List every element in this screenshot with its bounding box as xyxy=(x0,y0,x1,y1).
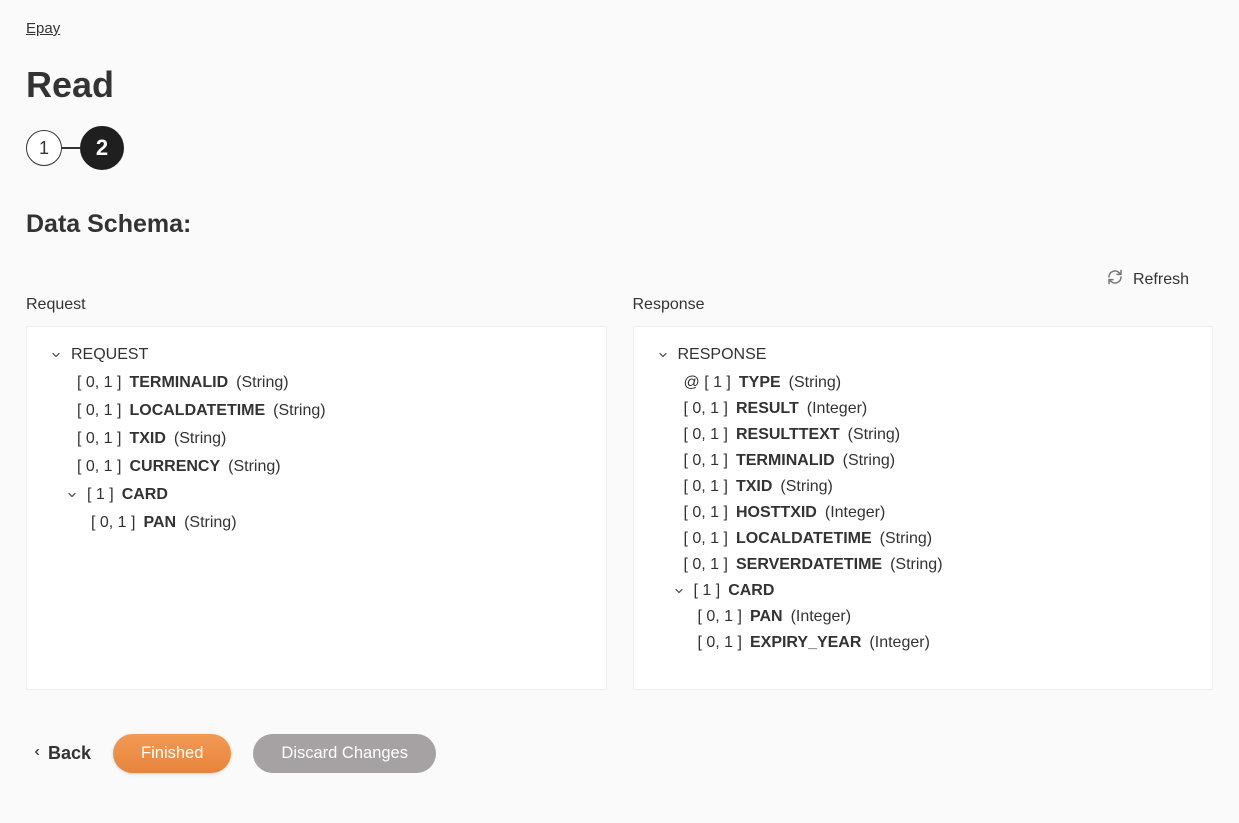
stepper: 1 2 xyxy=(26,126,1213,170)
finished-button[interactable]: Finished xyxy=(113,734,231,773)
request-field-row[interactable]: [ 0, 1 ] CURRENCY (String) xyxy=(49,459,584,475)
request-field-row[interactable]: [ 0, 1 ] TERMINALID (String) xyxy=(49,375,584,391)
back-button[interactable]: Back xyxy=(32,743,91,764)
response-field-row[interactable]: [ 0, 1 ] RESULTTEXT (String) xyxy=(656,427,1191,443)
response-panel: RESPONSE @ [ 1 ] TYPE (String) [ 0, 1 ] … xyxy=(633,326,1214,690)
request-field-row[interactable]: [ 0, 1 ] TXID (String) xyxy=(49,431,584,447)
refresh-button[interactable]: Refresh xyxy=(1107,269,1189,290)
response-attr-row[interactable]: @ [ 1 ] TYPE (String) xyxy=(656,375,1191,391)
step-connector xyxy=(62,147,80,149)
refresh-icon xyxy=(1107,269,1123,290)
chevron-down-icon[interactable] xyxy=(65,489,79,501)
step-2[interactable]: 2 xyxy=(80,126,124,170)
request-root-row[interactable]: REQUEST xyxy=(49,347,584,363)
response-field-row[interactable]: [ 0, 1 ] HOSTTXID (Integer) xyxy=(656,505,1191,521)
response-field-row[interactable]: [ 0, 1 ] TERMINALID (String) xyxy=(656,453,1191,469)
response-field-row[interactable]: [ 0, 1 ] SERVERDATETIME (String) xyxy=(656,557,1191,573)
response-field-row[interactable]: [ 0, 1 ] LOCALDATETIME (String) xyxy=(656,531,1191,547)
response-root-row[interactable]: RESPONSE xyxy=(656,347,1191,363)
response-subfield-row[interactable]: [ 0, 1 ] EXPIRY_YEAR (Integer) xyxy=(656,635,1191,651)
chevron-down-icon[interactable] xyxy=(656,349,670,361)
chevron-left-icon xyxy=(32,743,42,764)
request-root-label: REQUEST xyxy=(71,347,148,363)
request-label: Request xyxy=(26,296,607,314)
request-card-row[interactable]: [ 1 ] CARD xyxy=(49,487,584,503)
response-root-label: RESPONSE xyxy=(678,347,767,363)
response-subfield-row[interactable]: [ 0, 1 ] PAN (Integer) xyxy=(656,609,1191,625)
chevron-down-icon[interactable] xyxy=(49,349,63,361)
discard-changes-button[interactable]: Discard Changes xyxy=(253,734,436,773)
page-title: Read xyxy=(26,64,1213,106)
refresh-label: Refresh xyxy=(1133,271,1189,289)
request-subfield-row[interactable]: [ 0, 1 ] PAN (String) xyxy=(49,515,584,531)
request-field-row[interactable]: [ 0, 1 ] LOCALDATETIME (String) xyxy=(49,403,584,419)
response-label: Response xyxy=(633,296,1214,314)
response-field-row[interactable]: [ 0, 1 ] RESULT (Integer) xyxy=(656,401,1191,417)
data-schema-heading: Data Schema: xyxy=(26,210,1213,239)
response-field-row[interactable]: [ 0, 1 ] TXID (String) xyxy=(656,479,1191,495)
request-panel: REQUEST [ 0, 1 ] TERMINALID (String) [ 0… xyxy=(26,326,607,690)
response-card-row[interactable]: [ 1 ] CARD xyxy=(656,583,1191,599)
chevron-down-icon[interactable] xyxy=(672,585,686,597)
breadcrumb-epay[interactable]: Epay xyxy=(26,20,60,37)
back-label: Back xyxy=(48,743,91,764)
step-1[interactable]: 1 xyxy=(26,130,62,166)
